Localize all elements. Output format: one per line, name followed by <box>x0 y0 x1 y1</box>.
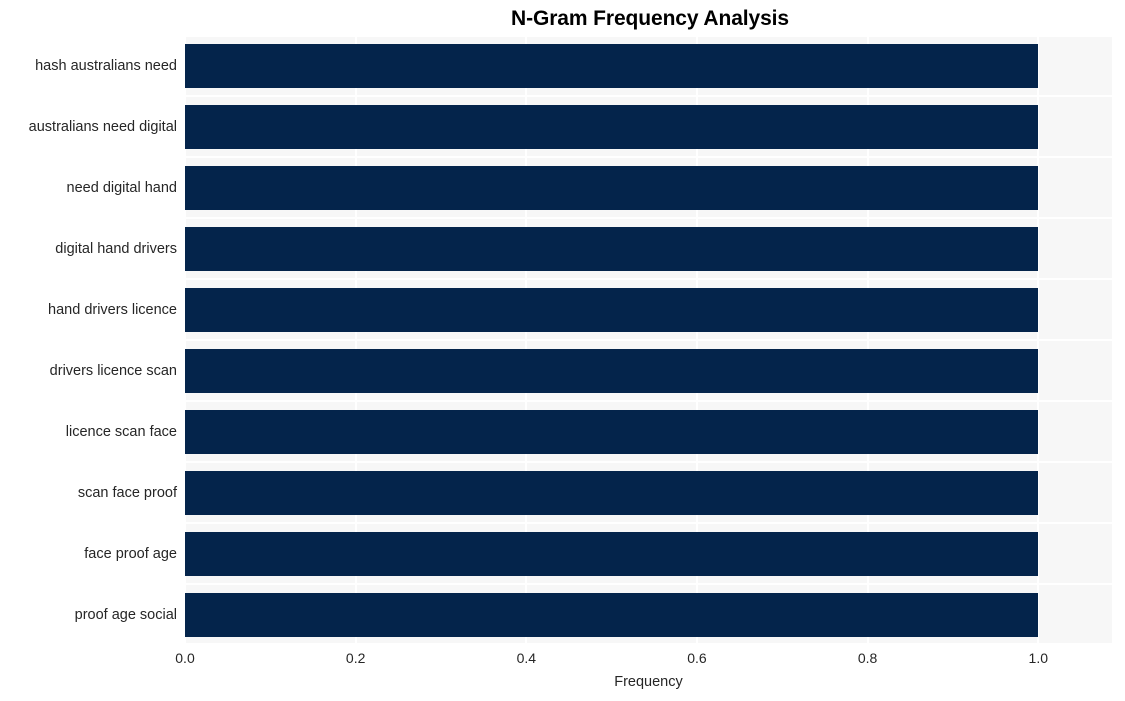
bar[interactable] <box>185 104 1039 149</box>
bar-row[interactable] <box>185 409 1112 454</box>
bar-row[interactable] <box>185 104 1112 149</box>
x-tick-label: 0.2 <box>345 650 366 666</box>
bar[interactable] <box>185 287 1039 332</box>
bar[interactable] <box>185 531 1039 576</box>
plot-area <box>184 35 1112 645</box>
bar[interactable] <box>185 348 1039 393</box>
y-gridline <box>185 217 1112 219</box>
x-axis-label: Frequency <box>614 674 683 690</box>
bar[interactable] <box>185 43 1039 88</box>
bar-row[interactable] <box>185 287 1112 332</box>
bar[interactable] <box>185 470 1039 515</box>
y-gridline <box>185 278 1112 280</box>
bar-row[interactable] <box>185 470 1112 515</box>
bar[interactable] <box>185 165 1039 210</box>
ngram-frequency-chart: N-Gram Frequency Analysis hash australia… <box>0 0 1125 701</box>
y-gridline <box>185 400 1112 402</box>
y-tick-label: drivers licence scan <box>49 362 177 379</box>
y-gridline <box>185 583 1112 585</box>
y-tick-label: australians need digital <box>28 118 177 135</box>
chart-title: N-Gram Frequency Analysis <box>511 7 789 30</box>
bar-row[interactable] <box>185 43 1112 88</box>
bar-row[interactable] <box>185 226 1112 271</box>
y-tick-label: hash australians need <box>35 57 177 74</box>
x-tick-label: 0.6 <box>687 650 707 666</box>
y-gridline <box>185 95 1112 97</box>
bar[interactable] <box>185 409 1039 454</box>
y-tick-label: scan face proof <box>77 484 177 501</box>
x-tick-label: 0.4 <box>516 650 537 666</box>
y-gridline <box>185 35 1112 37</box>
y-gridline <box>185 156 1112 158</box>
bar-row[interactable] <box>185 348 1112 393</box>
x-tick-label: 0.8 <box>857 650 878 666</box>
bar[interactable] <box>185 226 1039 271</box>
y-gridline <box>185 461 1112 463</box>
y-axis-tick-labels: hash australians need australians need di… <box>0 35 177 645</box>
x-tick-label: 0.0 <box>175 650 195 666</box>
bar-row[interactable] <box>185 531 1112 576</box>
y-gridline <box>185 339 1112 341</box>
y-tick-label: face proof age <box>84 545 177 562</box>
y-tick-label: proof age social <box>74 606 177 623</box>
x-tick-label: 1.0 <box>1028 650 1048 666</box>
bar-row[interactable] <box>185 165 1112 210</box>
x-axis-tick-labels: 0.0 0.2 0.4 0.6 0.8 1.0 <box>175 648 1112 670</box>
y-tick-label: hand drivers licence <box>48 301 177 318</box>
y-gridline <box>185 643 1112 645</box>
y-tick-label: need digital hand <box>66 179 177 196</box>
bar-row[interactable] <box>185 592 1112 637</box>
y-tick-label: digital hand drivers <box>55 240 177 257</box>
bar[interactable] <box>185 592 1039 637</box>
y-tick-label: licence scan face <box>65 423 177 440</box>
y-gridline <box>185 522 1112 524</box>
